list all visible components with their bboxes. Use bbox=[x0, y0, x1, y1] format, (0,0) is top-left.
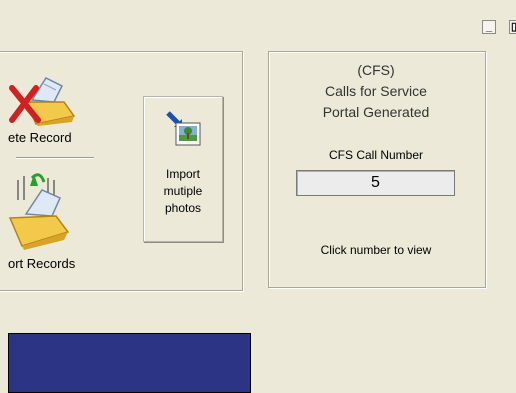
restore-button[interactable]: ▯ bbox=[509, 20, 516, 34]
delete-record-label: ete Record bbox=[8, 130, 72, 145]
import-photos-label-line2: mutiple bbox=[163, 184, 203, 198]
import-photos-icon bbox=[166, 111, 201, 146]
import-photos-label-line3: photos bbox=[164, 201, 202, 215]
minimize-button[interactable]: _ bbox=[482, 20, 496, 34]
import-multiple-photos-button[interactable]: Import mutiple photos bbox=[143, 96, 223, 242]
cfs-call-number-label: CFS Call Number bbox=[328, 148, 424, 162]
blue-display-panel bbox=[8, 333, 251, 393]
delete-record-icon bbox=[9, 77, 76, 126]
delete-record-button[interactable] bbox=[4, 68, 80, 128]
import-photos-label-line1: Import bbox=[165, 167, 200, 181]
cfs-portal-generated: Portal Generated bbox=[322, 104, 430, 120]
cfs-title: (CFS) bbox=[357, 62, 395, 78]
import-records-button[interactable] bbox=[4, 170, 80, 254]
divider bbox=[16, 157, 94, 158]
cfs-call-number-field[interactable]: 5 bbox=[296, 170, 455, 196]
cfs-subtitle: Calls for Service bbox=[325, 83, 427, 99]
cfs-hint: Click number to view bbox=[320, 243, 432, 257]
window-chrome bbox=[0, 0, 516, 40]
import-records-label: ort Records bbox=[8, 256, 76, 271]
import-records-icon bbox=[8, 173, 70, 250]
